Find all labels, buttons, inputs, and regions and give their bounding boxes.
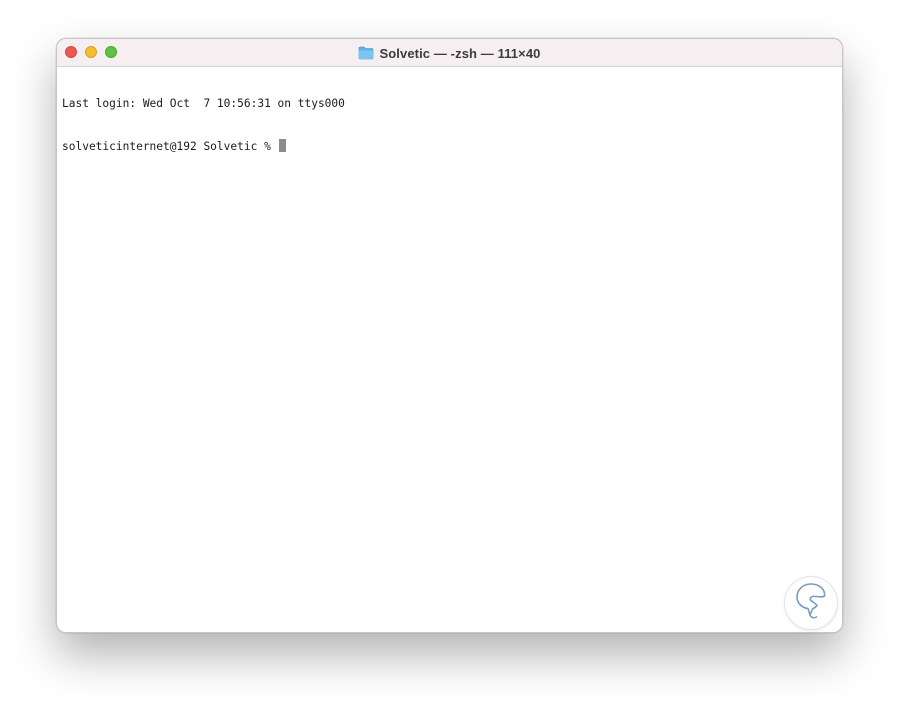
solvetic-logo-icon bbox=[794, 581, 828, 626]
terminal-prompt: solveticinternet@192 Solvetic % bbox=[62, 140, 278, 153]
terminal-output[interactable]: Last login: Wed Oct 7 10:56:31 on ttys00… bbox=[57, 67, 842, 632]
text-cursor bbox=[278, 139, 286, 152]
title-bar[interactable]: Solvetic — -zsh — 111×40 bbox=[57, 39, 842, 67]
folder-icon bbox=[358, 46, 374, 60]
terminal-line-prompt: solveticinternet@192 Solvetic % bbox=[62, 139, 837, 153]
terminal-window: Solvetic — -zsh — 111×40 Last login: Wed… bbox=[56, 38, 843, 633]
window-title-group: Solvetic — -zsh — 111×40 bbox=[57, 39, 842, 67]
solvetic-watermark bbox=[784, 576, 838, 630]
window-title: Solvetic — -zsh — 111×40 bbox=[379, 45, 541, 61]
terminal-line-last-login: Last login: Wed Oct 7 10:56:31 on ttys00… bbox=[62, 97, 345, 110]
